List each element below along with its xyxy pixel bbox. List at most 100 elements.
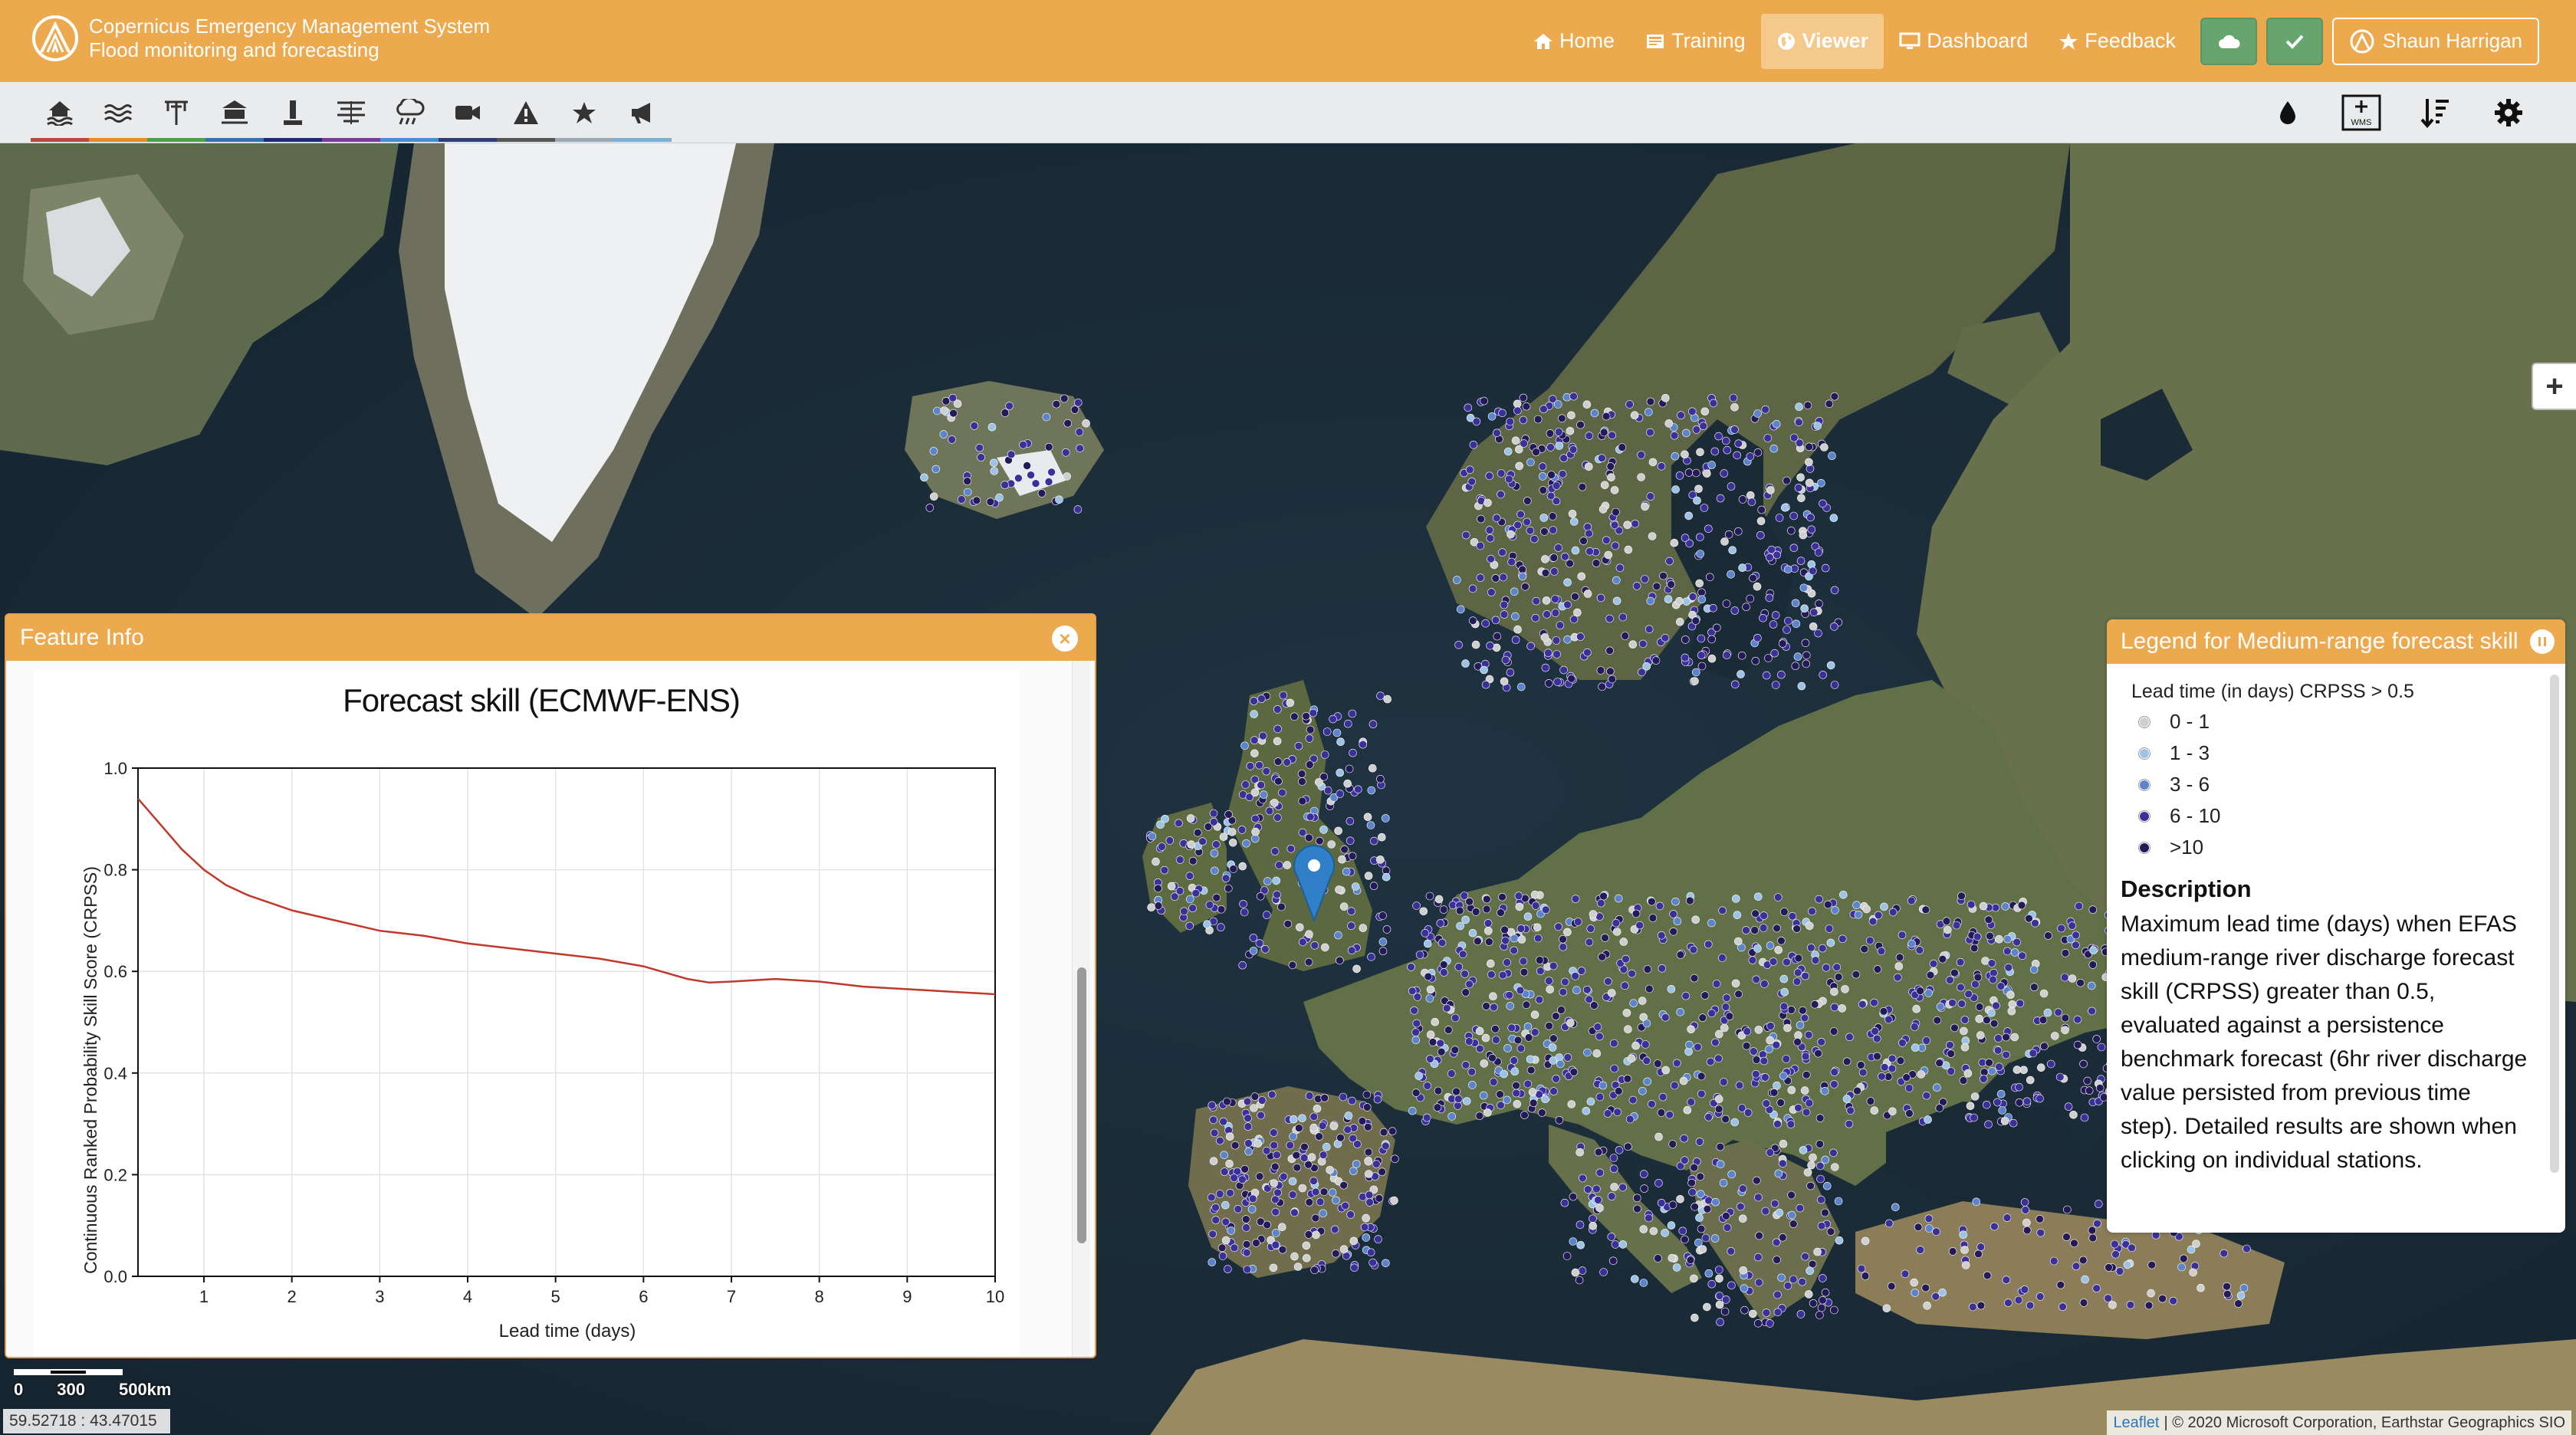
station-marker[interactable] <box>1434 1086 1443 1095</box>
station-marker[interactable] <box>2039 989 2049 998</box>
station-marker[interactable] <box>1217 905 1226 914</box>
station-marker[interactable] <box>1995 934 2003 944</box>
station-marker[interactable] <box>1608 675 1616 684</box>
station-marker[interactable] <box>1378 947 1388 955</box>
station-marker[interactable] <box>2242 1244 2251 1253</box>
station-marker[interactable] <box>1752 1056 1761 1064</box>
station-marker[interactable] <box>1805 1290 1813 1299</box>
station-marker[interactable] <box>1583 648 1592 657</box>
station-marker[interactable] <box>1335 885 1343 894</box>
feature-info-header[interactable]: Feature Info × <box>6 615 1095 661</box>
station-marker[interactable] <box>1520 439 1528 448</box>
station-marker[interactable] <box>1218 1252 1227 1260</box>
station-marker[interactable] <box>1252 1239 1260 1247</box>
station-marker[interactable] <box>1553 400 1562 409</box>
station-marker[interactable] <box>1704 1269 1714 1278</box>
station-marker[interactable] <box>1689 945 1698 954</box>
station-marker[interactable] <box>1170 892 1179 901</box>
station-marker[interactable] <box>1239 899 1247 908</box>
station-marker[interactable] <box>1983 1016 1991 1024</box>
station-marker[interactable] <box>1339 902 1349 911</box>
station-marker[interactable] <box>1518 572 1527 581</box>
station-marker[interactable] <box>1960 1246 1969 1254</box>
station-marker[interactable] <box>1369 836 1378 846</box>
station-marker[interactable] <box>1292 1151 1301 1160</box>
station-marker[interactable] <box>1230 1141 1240 1150</box>
station-marker[interactable] <box>1585 547 1594 556</box>
station-marker[interactable] <box>1307 1153 1316 1161</box>
station-marker[interactable] <box>1271 1240 1280 1249</box>
station-marker[interactable] <box>1877 947 1886 956</box>
station-marker[interactable] <box>1671 452 1680 461</box>
station-marker[interactable] <box>1752 1070 1760 1079</box>
station-marker[interactable] <box>1212 893 1221 902</box>
station-marker[interactable] <box>2092 1284 2101 1292</box>
station-marker[interactable] <box>1566 559 1574 568</box>
station-marker[interactable] <box>1643 1077 1651 1086</box>
station-marker[interactable] <box>1242 1223 1250 1232</box>
station-marker[interactable] <box>1436 1039 1445 1048</box>
station-marker[interactable] <box>1631 909 1641 918</box>
station-marker[interactable] <box>2051 1032 2059 1040</box>
station-marker[interactable] <box>1063 472 1071 481</box>
station-marker[interactable] <box>1481 619 1490 628</box>
station-marker[interactable] <box>1250 710 1258 718</box>
station-marker[interactable] <box>1740 1305 1749 1315</box>
station-marker[interactable] <box>1304 1161 1313 1169</box>
station-marker[interactable] <box>1321 943 1329 952</box>
station-marker[interactable] <box>1576 1241 1585 1249</box>
station-marker[interactable] <box>1826 938 1835 947</box>
station-marker[interactable] <box>1803 401 1812 410</box>
station-marker[interactable] <box>1552 636 1561 645</box>
station-marker[interactable] <box>1523 1023 1533 1031</box>
station-marker[interactable] <box>1512 1089 1521 1098</box>
station-marker[interactable] <box>1644 408 1653 416</box>
station-marker[interactable] <box>1624 1142 1632 1151</box>
nav-home[interactable]: Home <box>1518 14 1630 69</box>
station-marker[interactable] <box>1729 393 1738 402</box>
station-marker[interactable] <box>1993 1046 2003 1055</box>
station-marker[interactable] <box>1670 538 1679 547</box>
station-marker[interactable] <box>1783 565 1792 574</box>
station-marker[interactable] <box>1561 552 1569 561</box>
station-marker[interactable] <box>1698 1013 1707 1022</box>
station-marker[interactable] <box>1739 1266 1748 1275</box>
station-marker[interactable] <box>1781 503 1789 512</box>
station-marker[interactable] <box>1412 901 1421 910</box>
station-marker[interactable] <box>1971 980 1980 989</box>
station-marker[interactable] <box>1191 888 1201 898</box>
station-marker[interactable] <box>1298 1184 1307 1193</box>
sort-layers-button[interactable] <box>2398 82 2472 143</box>
station-marker[interactable] <box>1594 1148 1603 1157</box>
station-marker[interactable] <box>1247 1205 1257 1213</box>
station-marker[interactable] <box>1147 903 1155 912</box>
station-marker[interactable] <box>1569 1068 1579 1076</box>
station-marker[interactable] <box>1434 895 1444 904</box>
station-marker[interactable] <box>1984 1120 1993 1129</box>
station-marker[interactable] <box>1506 530 1515 539</box>
station-marker[interactable] <box>1007 450 1016 459</box>
station-marker[interactable] <box>929 447 938 455</box>
station-marker[interactable] <box>1642 1056 1651 1066</box>
station-marker[interactable] <box>1256 892 1265 901</box>
feature-info-scrollbar[interactable] <box>1072 661 1090 1357</box>
legend-header[interactable]: Legend for Medium-range forecast skill <box>2107 619 2565 664</box>
station-marker[interactable] <box>1476 541 1485 550</box>
station-marker[interactable] <box>1661 393 1670 402</box>
station-marker[interactable] <box>1263 877 1272 885</box>
station-marker[interactable] <box>1269 1263 1278 1272</box>
station-marker[interactable] <box>1262 1146 1271 1155</box>
station-marker[interactable] <box>1343 1125 1352 1134</box>
station-marker[interactable] <box>995 493 1004 502</box>
station-marker[interactable] <box>1243 1097 1252 1106</box>
station-marker[interactable] <box>1716 1160 1725 1169</box>
station-marker[interactable] <box>1595 1092 1605 1102</box>
station-marker[interactable] <box>1811 956 1820 964</box>
station-marker[interactable] <box>1604 977 1612 986</box>
station-marker[interactable] <box>1526 642 1535 651</box>
station-marker[interactable] <box>1501 936 1510 945</box>
station-marker[interactable] <box>1298 1114 1306 1123</box>
station-marker[interactable] <box>1290 712 1299 721</box>
station-marker[interactable] <box>1347 907 1355 916</box>
station-marker[interactable] <box>1271 1195 1280 1204</box>
